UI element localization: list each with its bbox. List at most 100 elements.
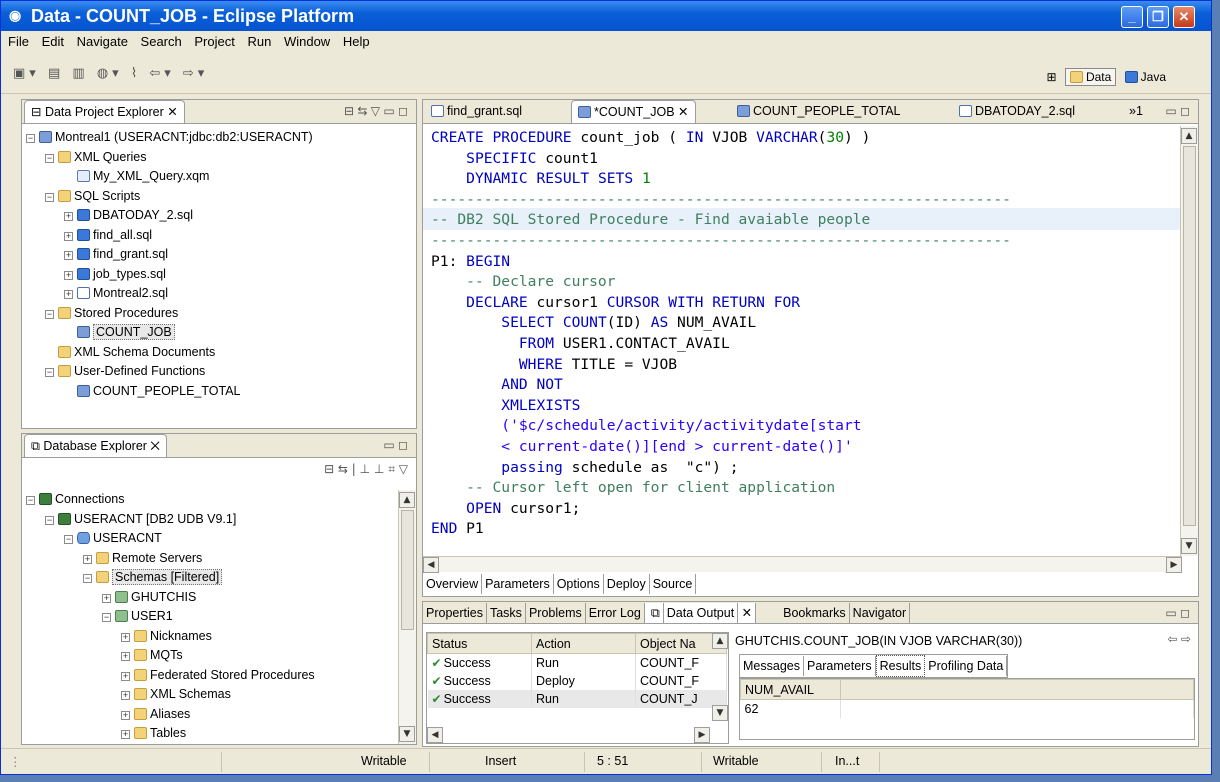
expand-icon[interactable]: + <box>64 290 73 299</box>
back-icon[interactable]: ⇦▾ <box>149 66 174 81</box>
pane-controls-db[interactable]: ▭ ◻ <box>383 434 408 456</box>
expand-icon[interactable]: + <box>64 270 73 280</box>
expand-icon[interactable]: + <box>121 632 130 642</box>
collapse-icon[interactable]: − <box>26 134 35 143</box>
menu-window[interactable]: Window <box>284 34 330 49</box>
tab-deploy[interactable]: Deploy <box>604 574 650 594</box>
tree-item[interactable]: − Connections <box>26 490 125 509</box>
menu-file[interactable]: File <box>8 34 29 49</box>
pin-icon[interactable]: ⌇ <box>131 66 141 81</box>
tab-find-grant[interactable]: find_grant.sql <box>425 100 528 123</box>
scroll-up-icon[interactable]: ▲ <box>399 492 415 508</box>
menu-run[interactable]: Run <box>247 34 271 49</box>
tree-item[interactable]: + job_types.sql <box>64 265 166 284</box>
tree-item[interactable]: + Tables <box>121 724 186 743</box>
menu-help[interactable]: Help <box>343 34 370 49</box>
collapse-icon[interactable]: − <box>45 515 54 525</box>
tab-parameters[interactable]: Parameters <box>482 574 554 594</box>
expand-icon[interactable]: + <box>102 593 111 603</box>
tree-item[interactable]: + Montreal2.sql <box>64 284 168 303</box>
menu-search[interactable]: Search <box>141 34 182 49</box>
tree-item[interactable]: − USERACNT [DB2 UDB V9.1] <box>45 510 236 529</box>
scroll-down-icon[interactable]: ▼ <box>399 726 415 742</box>
tree-item[interactable]: XML Schema Documents <box>45 343 215 362</box>
collapse-icon[interactable]: − <box>45 368 54 377</box>
tree-item[interactable]: − Montreal1 (USERACNT:jdbc:db2:USERACNT) <box>26 128 313 147</box>
expand-icon[interactable]: + <box>121 671 130 681</box>
col-status[interactable]: Status <box>427 633 532 654</box>
output-pane-controls[interactable]: ▭ ◻ <box>1165 602 1190 624</box>
menu-project[interactable]: Project <box>194 34 234 49</box>
tree-item[interactable]: + find_grant.sql <box>64 245 168 264</box>
table-row[interactable]: ✔ Success Deploy COUNT_F <box>427 671 727 690</box>
tab-properties[interactable]: Properties <box>423 603 487 623</box>
tree-item[interactable]: + find_all.sql <box>64 226 152 245</box>
expand-icon[interactable]: + <box>121 652 130 661</box>
tree-item[interactable]: + DBATODAY_2.sql <box>64 206 193 225</box>
tab-source[interactable]: Source <box>649 574 697 594</box>
pane-controls[interactable]: ⊟ ⇆ ▽ ▭ ◻ <box>344 100 408 122</box>
expand-icon[interactable]: + <box>64 251 73 260</box>
tree-item[interactable]: COUNT_PEOPLE_TOTAL <box>64 382 241 401</box>
java-perspective-button[interactable]: Java <box>1120 68 1171 86</box>
tab-count-people-total[interactable]: COUNT_PEOPLE_TOTAL <box>731 100 907 123</box>
data-perspective-button[interactable]: Data <box>1064 68 1117 86</box>
tab-navigator[interactable]: Navigator <box>850 603 911 623</box>
collapse-icon[interactable]: − <box>45 192 54 202</box>
ops-scroll-left-icon[interactable]: ◀ <box>427 727 443 743</box>
editor-pane-controls[interactable]: ▭ ◻ <box>1165 100 1190 122</box>
scroll-down-icon[interactable]: ▼ <box>1181 538 1197 554</box>
tree-item[interactable]: + Remote Servers <box>83 549 202 568</box>
code-area[interactable]: CREATE PROCEDURE count_job ( IN VJOB VAR… <box>431 128 1011 540</box>
tree-item[interactable]: + Nicknames <box>121 627 212 646</box>
expand-icon[interactable]: + <box>83 554 92 564</box>
tab-dbatoday[interactable]: DBATODAY_2.sql <box>953 100 1081 123</box>
ops-scroll-down-icon[interactable]: ▼ <box>712 705 728 721</box>
editor-vscroll[interactable]: ▲ ▼ <box>1180 126 1198 556</box>
table-row[interactable]: ✔ Success Run COUNT_F <box>427 653 727 672</box>
db-toolbar[interactable]: ⊟ ⇆ | ⊥ ⊥ ⌗ ▽ <box>324 462 408 477</box>
collapse-icon[interactable]: − <box>45 309 54 319</box>
tab-overview[interactable]: Overview <box>423 574 483 594</box>
tree-item[interactable]: + MQTs <box>121 646 183 665</box>
tab-results[interactable]: Results <box>875 655 926 677</box>
table-row-selected[interactable]: ✔ Success Run COUNT_J <box>427 689 727 708</box>
scroll-right-icon[interactable]: ▶ <box>1166 557 1182 573</box>
collapse-icon[interactable]: − <box>83 574 92 583</box>
tree-item[interactable]: My_XML_Query.xqm <box>64 167 209 186</box>
open-perspective-icon[interactable]: ⊞ <box>1042 68 1062 86</box>
close-button[interactable]: ✕ <box>1173 6 1195 28</box>
col-num-avail[interactable]: NUM_AVAIL <box>740 679 841 700</box>
menu-edit[interactable]: Edit <box>42 34 64 49</box>
collapse-icon[interactable]: − <box>26 496 35 505</box>
minimize-button[interactable]: _ <box>1121 6 1143 28</box>
expand-icon[interactable]: + <box>64 231 73 241</box>
tree-item[interactable]: − XML Queries <box>45 148 146 167</box>
tree-item[interactable]: + XML Schemas <box>121 685 231 704</box>
tab-options[interactable]: Options <box>554 574 604 594</box>
editor-scroll-thumb[interactable] <box>1183 146 1196 526</box>
tree-item[interactable]: − SQL Scripts <box>45 187 140 206</box>
tree-item[interactable]: + GHUTCHIS <box>102 588 196 607</box>
print-icon[interactable]: ▥ <box>72 66 88 81</box>
tab-bookmarks[interactable]: Bookmarks <box>780 603 850 623</box>
tab-tasks[interactable]: Tasks <box>487 603 526 623</box>
tree-item[interactable]: − Schemas [Filtered] <box>83 568 223 587</box>
expand-icon[interactable]: + <box>121 691 130 700</box>
tab-error-log[interactable]: Error Log <box>586 603 645 623</box>
tab-profiling-data[interactable]: Profiling Data <box>925 656 1008 676</box>
collapse-icon[interactable]: − <box>64 535 73 544</box>
ops-scroll-up-icon[interactable]: ▲ <box>712 633 728 649</box>
forward-icon[interactable]: ⇨▾ <box>183 66 208 81</box>
tab-count-job[interactable]: *COUNT_JOB ✕ <box>571 100 696 123</box>
menu-navigate[interactable]: Navigate <box>77 34 128 49</box>
search-icon[interactable]: ◍▾ <box>97 66 123 81</box>
db-scroll-thumb[interactable] <box>401 510 414 630</box>
tree-item[interactable]: + Aliases <box>121 705 190 724</box>
col-action[interactable]: Action <box>531 633 636 654</box>
expand-icon[interactable]: + <box>64 212 73 221</box>
tree-item[interactable]: − USERACNT <box>64 529 162 548</box>
expand-icon[interactable]: + <box>121 710 130 720</box>
tab-result-parameters[interactable]: Parameters <box>804 656 876 676</box>
collapse-icon[interactable]: − <box>45 153 54 163</box>
